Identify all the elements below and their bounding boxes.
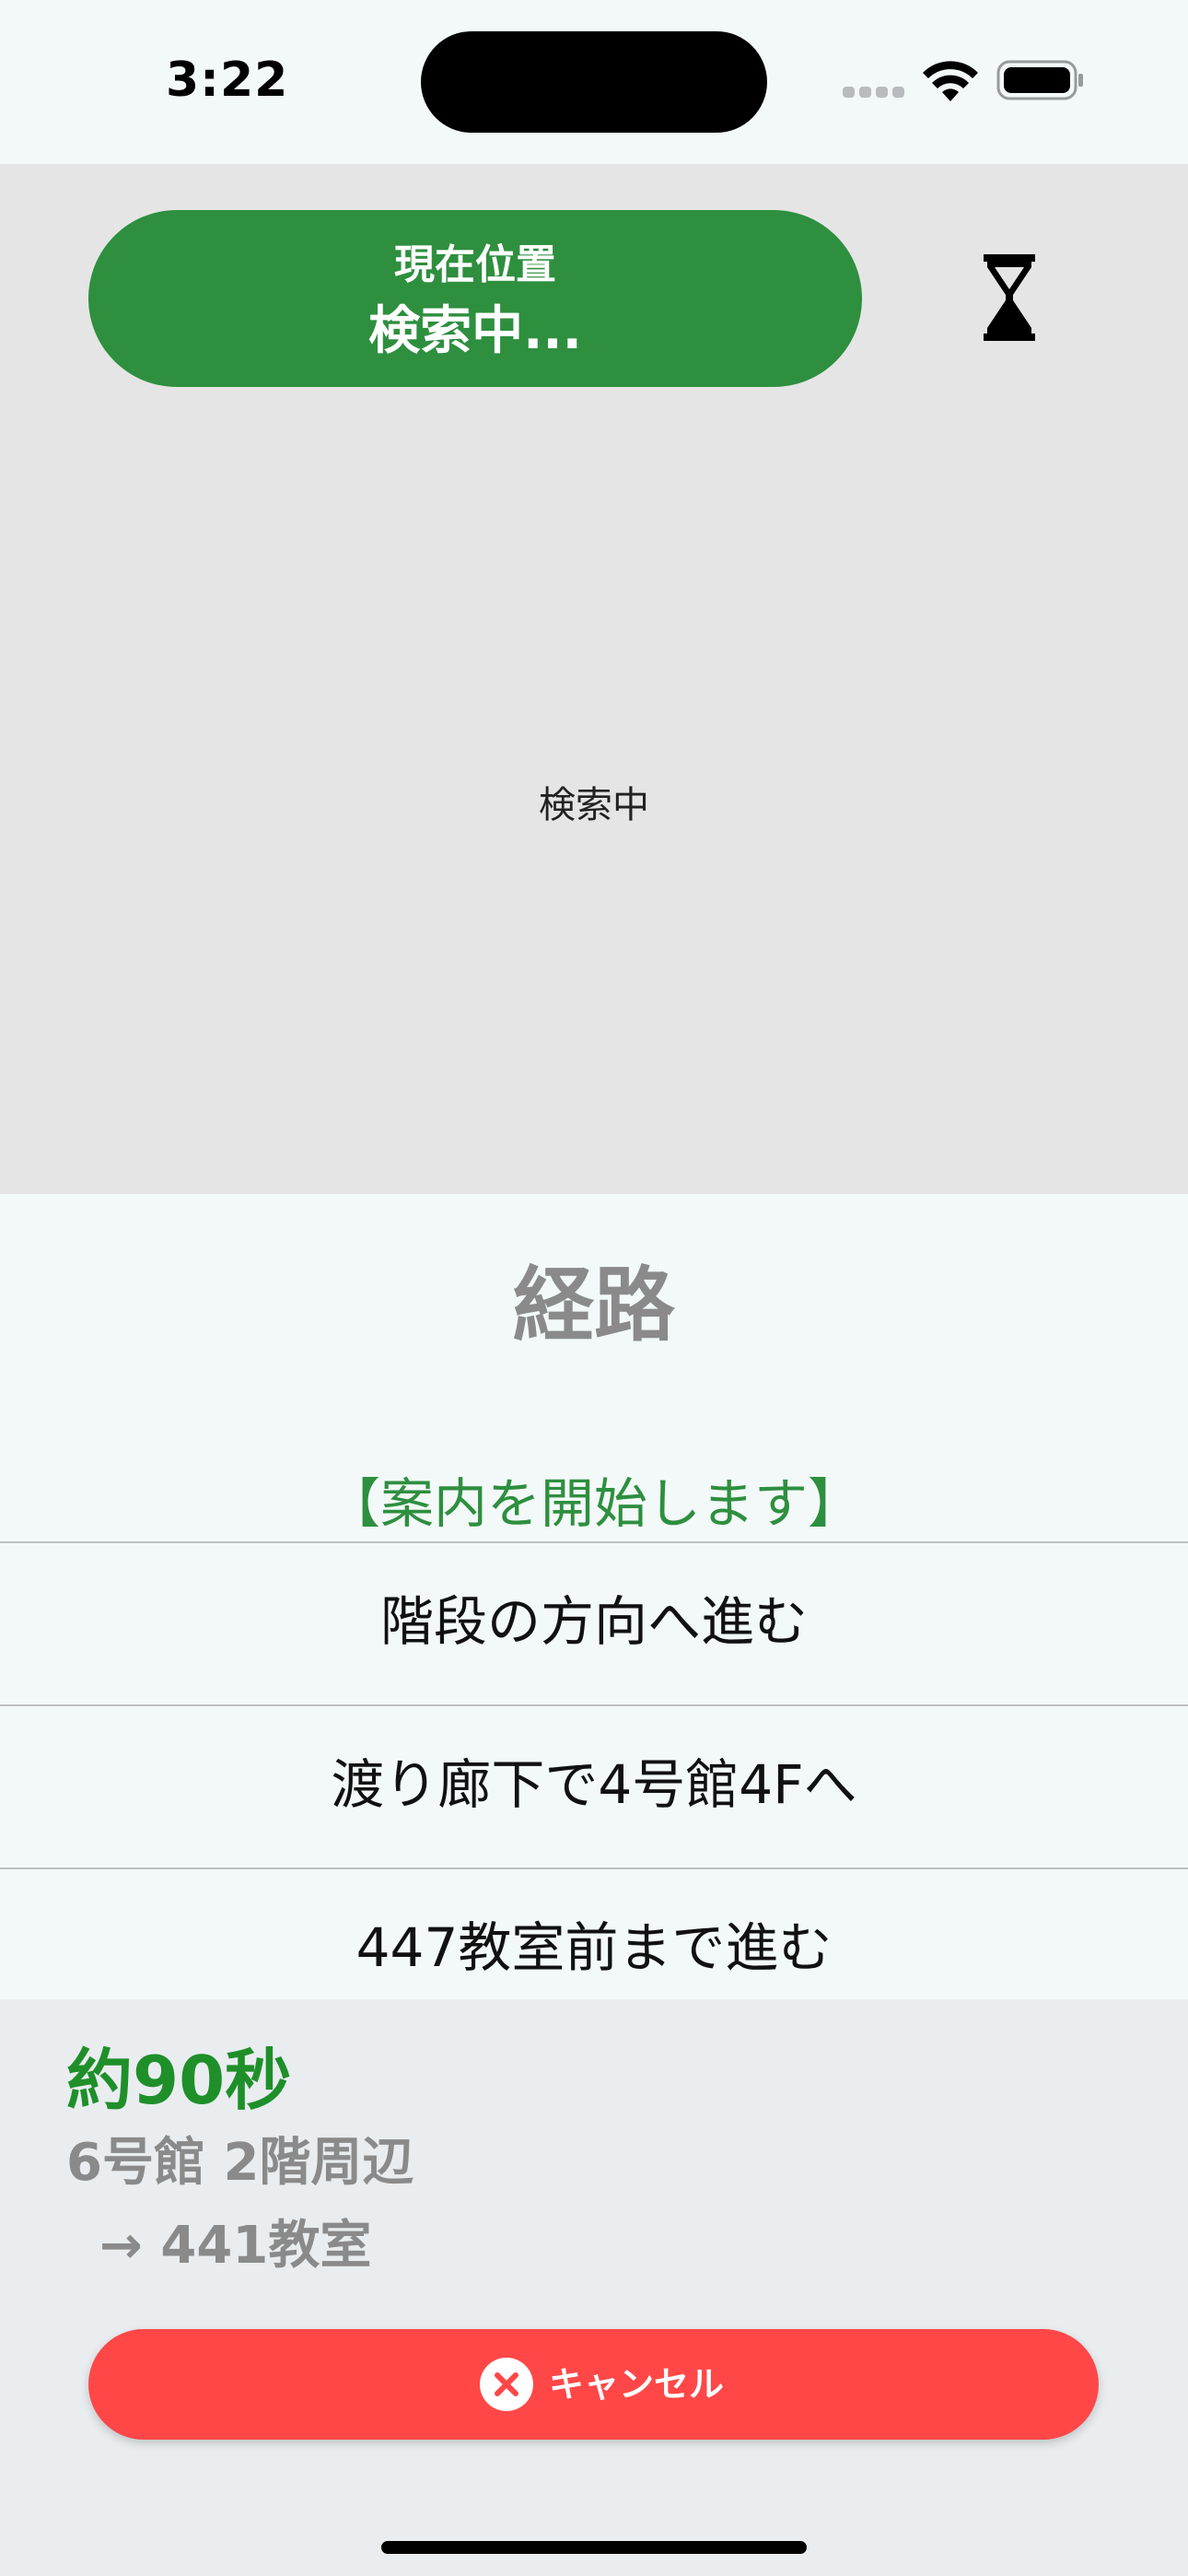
current-location-value: 検索中... bbox=[368, 301, 582, 361]
hourglass-icon bbox=[984, 254, 1035, 341]
destination-text: → 441教室 bbox=[99, 2216, 372, 2276]
cellular-signal-icon bbox=[843, 87, 905, 100]
route-title: 経路 bbox=[512, 1258, 675, 1352]
origin-text: 6号館 2階周辺 bbox=[66, 2133, 414, 2193]
route-panel: 経路 【案内を開始します】 階段の方向へ進む 渡り廊下で4号館4Fへ 447教室… bbox=[0, 1194, 1188, 1999]
cancel-button-content: キャンセル bbox=[479, 2357, 724, 2412]
current-location-title: 現在位置 bbox=[394, 241, 556, 288]
route-step-label: 渡り廊下で4号館4Fへ bbox=[331, 1753, 857, 1816]
cancel-button[interactable]: キャンセル bbox=[88, 2329, 1099, 2440]
route-step[interactable]: 渡り廊下で4号館4Fへ bbox=[0, 1705, 1188, 1868]
status-time: 3:22 bbox=[166, 53, 289, 108]
route-step-label: 447教室前まで進む bbox=[355, 1916, 833, 1979]
x-circle-icon bbox=[480, 2358, 533, 2411]
route-step-label: 【案内を開始します】 bbox=[326, 1472, 861, 1535]
dynamic-island bbox=[421, 31, 767, 133]
home-indicator bbox=[381, 2541, 807, 2554]
map-view[interactable]: 現在位置 検索中... 検索中 bbox=[0, 164, 1188, 1194]
wifi-icon bbox=[923, 61, 978, 101]
eta-text: 約90秒 bbox=[66, 2042, 292, 2119]
route-step[interactable]: 447教室前まで進む bbox=[0, 1868, 1188, 1999]
status-bar: 3:22 bbox=[0, 0, 1188, 164]
route-step-label: 階段の方向へ進む bbox=[379, 1590, 808, 1653]
route-step[interactable]: 階段の方向へ進む bbox=[0, 1542, 1188, 1704]
summary-panel: 約90秒 6号館 2階周辺 → 441教室 キャンセル bbox=[0, 1999, 1188, 2576]
current-location-button[interactable]: 現在位置 検索中... bbox=[88, 210, 862, 387]
battery-icon bbox=[996, 60, 1083, 100]
cancel-label: キャンセル bbox=[549, 2364, 725, 2405]
map-status-text: 検索中 bbox=[539, 784, 649, 826]
